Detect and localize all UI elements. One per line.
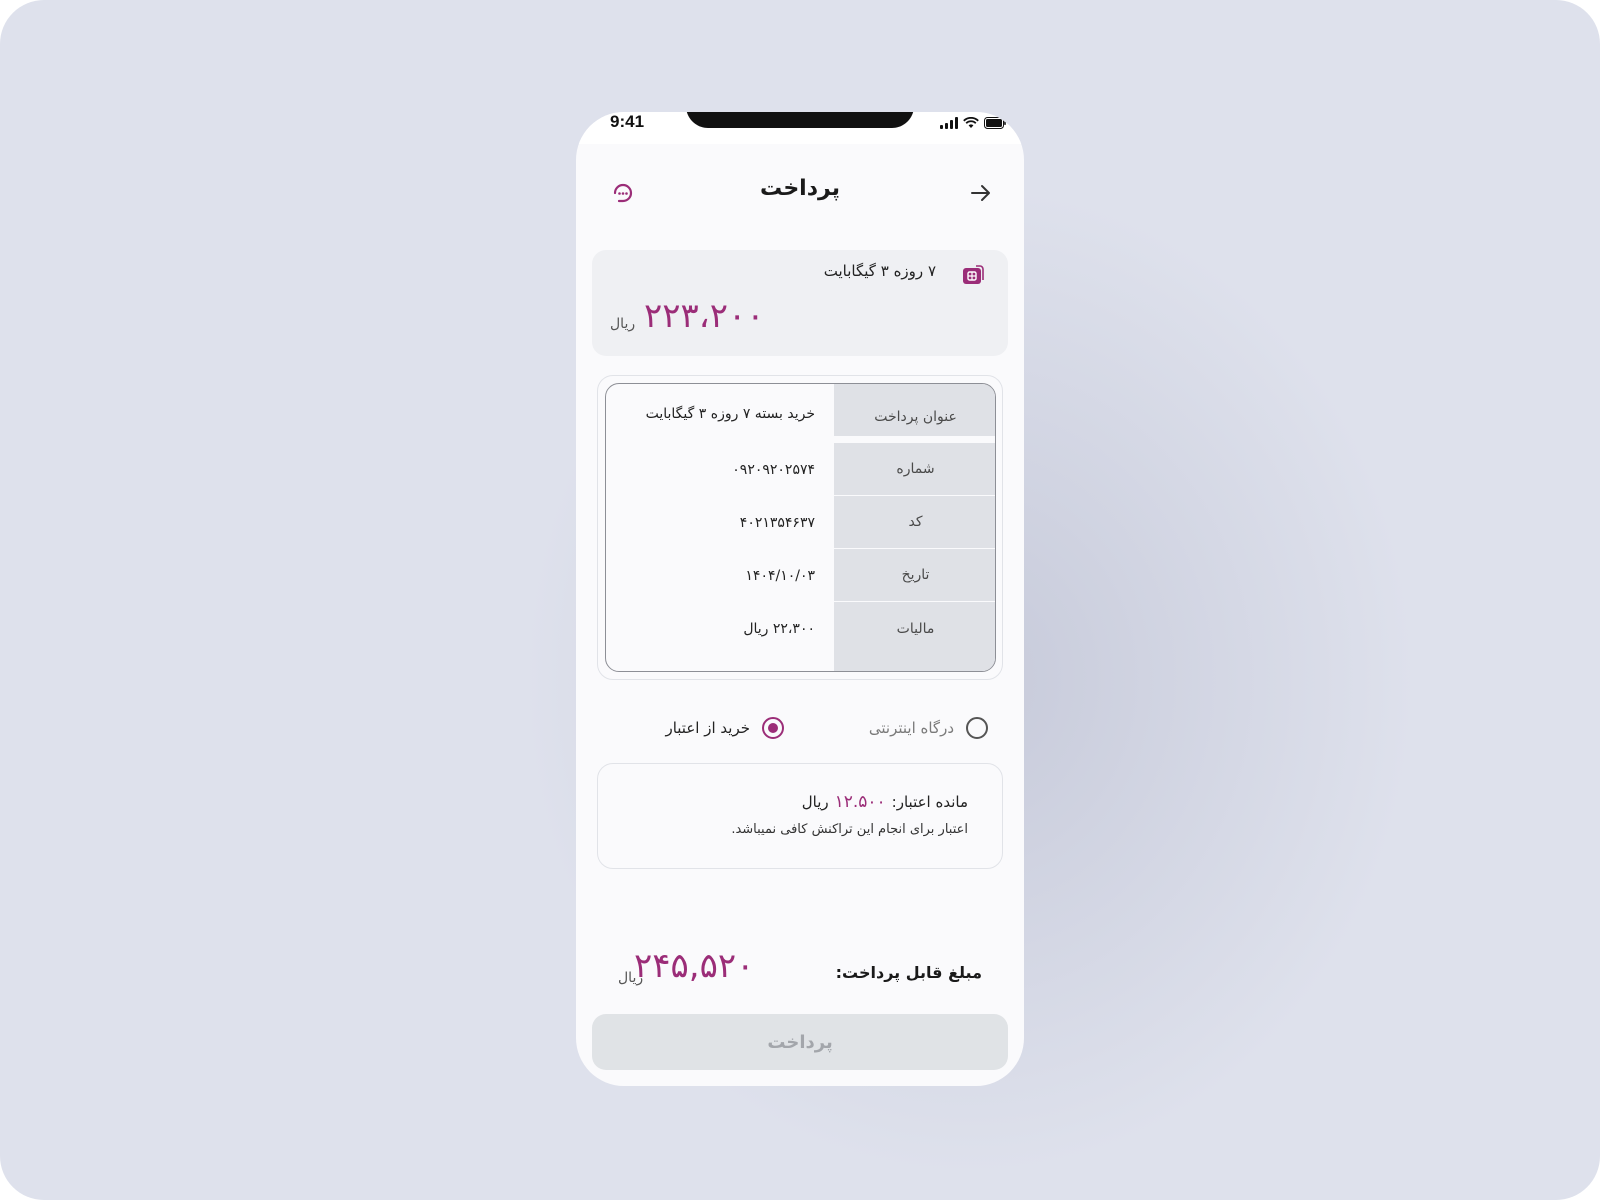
package-price: ۲۲۳،۲۰۰ — [644, 296, 765, 336]
table-row: شماره ۰۹۲۰۹۲۰۲۵۷۴ — [606, 443, 995, 496]
payment-details-card: عنوان پرداخت خرید بسته ۷ روزه ۳ گیگابایت… — [597, 375, 1003, 680]
package-summary-card: ۷ روزه ۳ گیگابایت ۲۲۳،۲۰۰ ریال — [592, 250, 1008, 356]
credit-balance-unit: ریال — [801, 793, 829, 811]
payable-label: مبلغ قابل پرداخت: — [835, 963, 982, 982]
payment-method-gateway[interactable]: درگاه اینترنتی — [869, 712, 988, 744]
payment-method-credit[interactable]: خرید از اعتبار — [665, 712, 784, 744]
row-label: تاریخ — [834, 549, 995, 602]
table-row: کد ۴۰۲۱۳۵۴۶۳۷ — [606, 496, 995, 549]
package-price-unit: ریال — [610, 316, 636, 332]
wifi-icon — [963, 117, 979, 128]
row-value: ۴۰۲۱۳۵۴۶۳۷ — [739, 514, 815, 531]
row-value: خرید بسته ۷ روزه ۳ گیگابایت — [645, 406, 815, 422]
payment-methods: درگاه اینترنتی خرید از اعتبار — [576, 712, 1024, 744]
row-value: ۰۹۲۰۹۲۰۲۵۷۴ — [732, 461, 815, 478]
table-row: عنوان پرداخت خرید بسته ۷ روزه ۳ گیگابایت — [606, 384, 995, 437]
table-row: تاریخ ۱۴۰۴/۱۰/۰۳ — [606, 549, 995, 602]
row-label: شماره — [834, 443, 995, 496]
pay-button[interactable]: پرداخت — [592, 1014, 1008, 1070]
gateway-label: درگاه اینترنتی — [868, 719, 954, 737]
credit-insufficient-message: اعتبار برای انجام این تراکنش کافی نمیباش… — [731, 822, 968, 837]
sim-card-icon — [963, 265, 984, 284]
payable-unit: ریال — [618, 970, 644, 986]
credit-balance-amount: ۱۲.۵۰۰ — [834, 792, 886, 812]
status-bar: 9:41 — [576, 112, 1024, 144]
payment-details-table: عنوان پرداخت خرید بسته ۷ روزه ۳ گیگابایت… — [605, 383, 996, 672]
row-label: عنوان پرداخت — [834, 384, 995, 437]
row-value: ۲۲،۳۰۰ ریال — [743, 620, 815, 637]
support-chat-icon[interactable] — [610, 180, 636, 206]
row-label: کد — [834, 496, 995, 549]
arrow-right-icon[interactable] — [968, 180, 994, 206]
system-icons — [940, 116, 1006, 130]
status-time: 9:41 — [610, 112, 645, 131]
payable-amount: ۲۴۵,۵۲۰ — [634, 946, 755, 986]
row-label: مالیات — [834, 602, 995, 671]
table-row: مالیات ۲۲،۳۰۰ ریال — [606, 602, 995, 671]
package-name: ۷ روزه ۳ گیگابایت — [823, 262, 936, 280]
row-value: ۱۴۰۴/۱۰/۰۳ — [745, 567, 815, 584]
credit-label: خرید از اعتبار — [665, 719, 750, 737]
header: پرداخت — [576, 172, 1024, 216]
gateway-radio[interactable] — [966, 717, 988, 739]
battery-icon — [984, 117, 1006, 129]
page-title: پرداخت — [760, 176, 840, 201]
signal-icon — [940, 117, 958, 129]
credit-radio[interactable] — [762, 717, 784, 739]
credit-balance-label: مانده اعتبار: — [891, 793, 968, 811]
notch — [686, 112, 914, 128]
phone-screen: 9:41 پرداخت ۷ روزه ۳ گیگابایت ۲۲۳،۲۰۰ ری… — [576, 112, 1024, 1086]
credit-balance-line: مانده اعتبار: ۱۲.۵۰۰ ریال — [802, 792, 968, 812]
background-canvas: 9:41 پرداخت ۷ روزه ۳ گیگابایت ۲۲۳،۲۰۰ ری… — [0, 0, 1600, 1200]
credit-balance-card: مانده اعتبار: ۱۲.۵۰۰ ریال اعتبار برای ان… — [597, 763, 1003, 869]
